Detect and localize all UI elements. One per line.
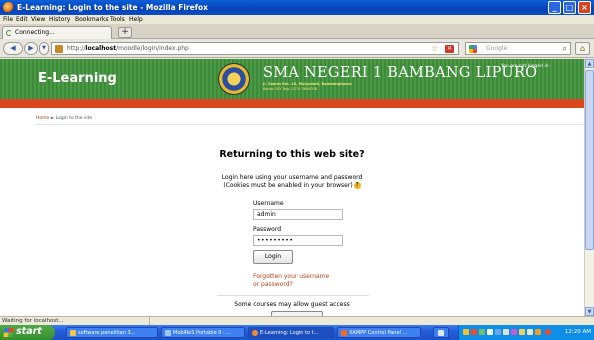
clock[interactable]: 12:20 AM (565, 329, 591, 335)
menu-tools[interactable]: Tools (110, 16, 125, 23)
menu-view[interactable]: View (31, 16, 45, 23)
page-heading: Returning to this web site? (219, 149, 365, 160)
vertical-scrollbar[interactable]: ▲ ▼ (584, 59, 594, 316)
tray-icon[interactable] (503, 329, 509, 335)
folder-icon (70, 330, 76, 336)
taskbar-item-firefox[interactable]: E-Learning: Login to t... (248, 327, 334, 338)
taskbar-item-label: software penelitian 3... (78, 330, 136, 336)
url-bar[interactable]: http://localhost/moodle/login/index.php … (51, 42, 459, 55)
guest-access-notice: Some courses may allow guest access (234, 301, 350, 308)
scroll-thumb[interactable] (585, 70, 594, 250)
nav-stripe (0, 99, 584, 108)
new-tab-button[interactable]: + (118, 27, 132, 38)
tray-icon[interactable] (471, 329, 477, 335)
scroll-up-icon[interactable]: ▲ (585, 59, 594, 68)
tray-icon[interactable] (463, 329, 469, 335)
taskbar-item-mobiref[interactable]: MobiReS Portable II - ... (161, 327, 245, 338)
menu-file[interactable]: File (3, 16, 13, 23)
tray-icon[interactable] (479, 329, 485, 335)
search-bar[interactable]: Google ⌕ (465, 42, 571, 55)
taskbar-item-label: XAMPP Control Panel ... (349, 330, 408, 336)
school-logo (218, 63, 250, 95)
taskbar-item-label: E-Learning: Login to t... (260, 330, 319, 336)
login-button[interactable]: Login (253, 250, 293, 264)
site-banner: E-Learning SMA NEGERI 1 BAMBANG LIPURO J… (0, 59, 584, 99)
tray-icon[interactable] (519, 329, 525, 335)
tray-icon[interactable] (535, 329, 541, 335)
site-brand[interactable]: E-Learning (38, 71, 117, 86)
divider (36, 124, 584, 125)
page-viewport: E-Learning SMA NEGERI 1 BAMBANG LIPURO J… (0, 59, 584, 316)
scroll-down-icon[interactable]: ▼ (585, 307, 594, 316)
tray-icon[interactable] (511, 329, 517, 335)
login-instructions: Login here using your username and passw… (221, 174, 363, 181)
windows-logo-icon (3, 328, 14, 337)
username-label: Username (253, 200, 284, 207)
firefox-icon (3, 2, 14, 13)
loading-spinner-icon (6, 30, 12, 36)
search-placeholder: Google (486, 45, 508, 52)
close-button[interactable]: × (578, 1, 591, 14)
breadcrumb: Home ► Login to the site (36, 116, 92, 121)
password-field[interactable]: ••••••••• (253, 235, 343, 246)
taskbar-item-software[interactable]: software penelitian 3... (66, 327, 158, 338)
history-dropdown-button[interactable]: ▼ (39, 42, 49, 55)
navigation-bar: ◀ ▶ ▼ http://localhost/moodle/login/inde… (0, 39, 594, 58)
url-text: http://localhost/moodle/login/index.php (67, 45, 189, 52)
start-label: start (16, 326, 42, 337)
minimize-button[interactable]: _ (548, 1, 561, 14)
network-icon[interactable] (495, 329, 501, 335)
bookmark-star-icon[interactable]: ☆ (431, 44, 438, 53)
cookie-notice: (Cookies must be enabled in your browser… (0, 182, 584, 189)
section-divider (217, 295, 369, 296)
school-address: Jl. Samas Km. 18, Mulyodadi, Bambanglipu… (263, 82, 352, 86)
taskbar: start software penelitian 3... MobiReS P… (0, 325, 594, 340)
status-bar: Waiting for localhost... (0, 316, 594, 326)
site-identity-icon (55, 45, 63, 53)
breadcrumb-separator: ► (50, 116, 55, 121)
menu-bar: File Edit View History Bookmarks Tools H… (0, 15, 594, 24)
browser-tab[interactable]: Connecting... (2, 26, 112, 39)
breadcrumb-current: Login to the site (55, 116, 93, 121)
forgot-password-link[interactable]: Forgotten your username (253, 273, 329, 280)
menu-bookmarks[interactable]: Bookmarks (75, 16, 109, 23)
taskbar-show-desktop[interactable] (433, 327, 449, 338)
app-icon (165, 330, 171, 336)
forward-button[interactable]: ▶ (24, 42, 38, 55)
firefox-icon (252, 330, 258, 336)
window-title: E-Learning: Login to the site - Mozilla … (17, 3, 209, 12)
google-icon[interactable] (469, 45, 477, 53)
taskbar-item-xampp[interactable]: XAMPP Control Panel ... (337, 327, 421, 338)
menu-edit[interactable]: Edit (16, 16, 28, 23)
stop-button[interactable]: ✕ (445, 45, 454, 53)
desktop-icon (438, 330, 444, 336)
search-icon[interactable]: ⌕ (563, 44, 567, 54)
password-label: Password (253, 226, 282, 233)
volume-icon[interactable] (527, 329, 533, 335)
username-field[interactable]: admin (253, 209, 343, 220)
school-contact: Bantul DIY Telp. 0274 3694028 (263, 87, 318, 91)
tray-icon[interactable] (487, 329, 493, 335)
login-status: You are not logged in. (501, 64, 550, 69)
maximize-button[interactable]: □ (563, 1, 576, 14)
school-name: SMA NEGERI 1 BAMBANG LIPURO (263, 65, 538, 81)
forgot-password-link-line2[interactable]: or password? (253, 281, 293, 288)
taskbar-item-label: MobiReS Portable II - ... (173, 330, 231, 336)
xampp-icon (341, 330, 347, 336)
tab-label: Connecting... (15, 29, 55, 36)
menu-history[interactable]: History (49, 16, 70, 23)
tab-strip: Connecting... + (0, 24, 594, 39)
system-tray: 12:20 AM (458, 325, 594, 340)
back-button[interactable]: ◀ (3, 42, 23, 55)
help-icon[interactable]: ? (353, 182, 361, 189)
start-button[interactable]: start (0, 325, 55, 340)
window-title-bar[interactable]: E-Learning: Login to the site - Mozilla … (0, 0, 594, 15)
security-icon[interactable] (545, 329, 551, 335)
breadcrumb-home-link[interactable]: Home (36, 116, 49, 121)
status-text: Waiting for localhost... (2, 318, 64, 324)
menu-help[interactable]: Help (129, 16, 143, 23)
home-button[interactable]: ⌂ (575, 42, 590, 55)
